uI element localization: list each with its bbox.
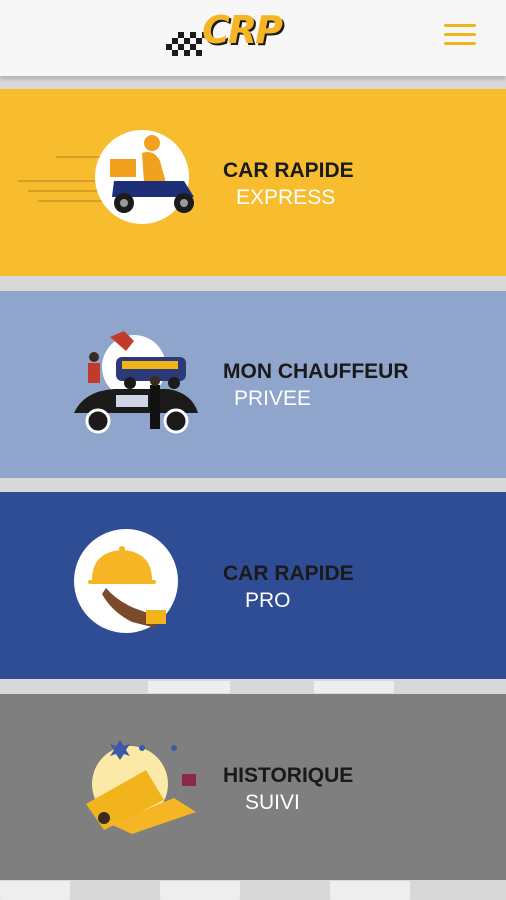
scooter-delivery-icon — [18, 130, 194, 224]
menu-item-title: MON CHAUFFEUR — [223, 360, 409, 383]
private-driver-icon — [74, 331, 198, 434]
road-dash — [160, 881, 240, 900]
serving-cloche-icon — [74, 529, 178, 633]
menu-item-title: HISTORIQUE — [223, 764, 354, 787]
menu-item-subtitle: SUIVI — [245, 791, 300, 814]
menu-item-title: CAR RAPIDE — [223, 562, 354, 585]
menu-item-car-rapide-express[interactable]: CAR RAPIDE EXPRESS — [0, 89, 506, 276]
app-header: CRP — [0, 0, 506, 76]
menu-item-subtitle: PRO — [245, 589, 291, 612]
road-dash — [148, 681, 230, 693]
app-logo: CRP — [166, 6, 290, 60]
menu-item-subtitle: EXPRESS — [236, 186, 336, 209]
hamburger-menu-icon[interactable] — [444, 24, 476, 48]
menu-item-car-rapide-pro[interactable]: CAR RAPIDE PRO — [0, 492, 506, 679]
history-tickets-icon — [86, 740, 196, 834]
menu-item-historique-suivi[interactable]: HISTORIQUE SUIVI — [0, 694, 506, 880]
menu-item-subtitle: PRIVEE — [234, 387, 312, 410]
menu-item-title: CAR RAPIDE — [223, 159, 354, 182]
logo-text: CRP — [202, 8, 283, 52]
menu-item-mon-chauffeur-privee[interactable]: MON CHAUFFEUR PRIVEE — [0, 291, 506, 478]
road-dash — [0, 881, 70, 900]
road-dash — [314, 681, 394, 693]
road-dash — [330, 881, 410, 900]
